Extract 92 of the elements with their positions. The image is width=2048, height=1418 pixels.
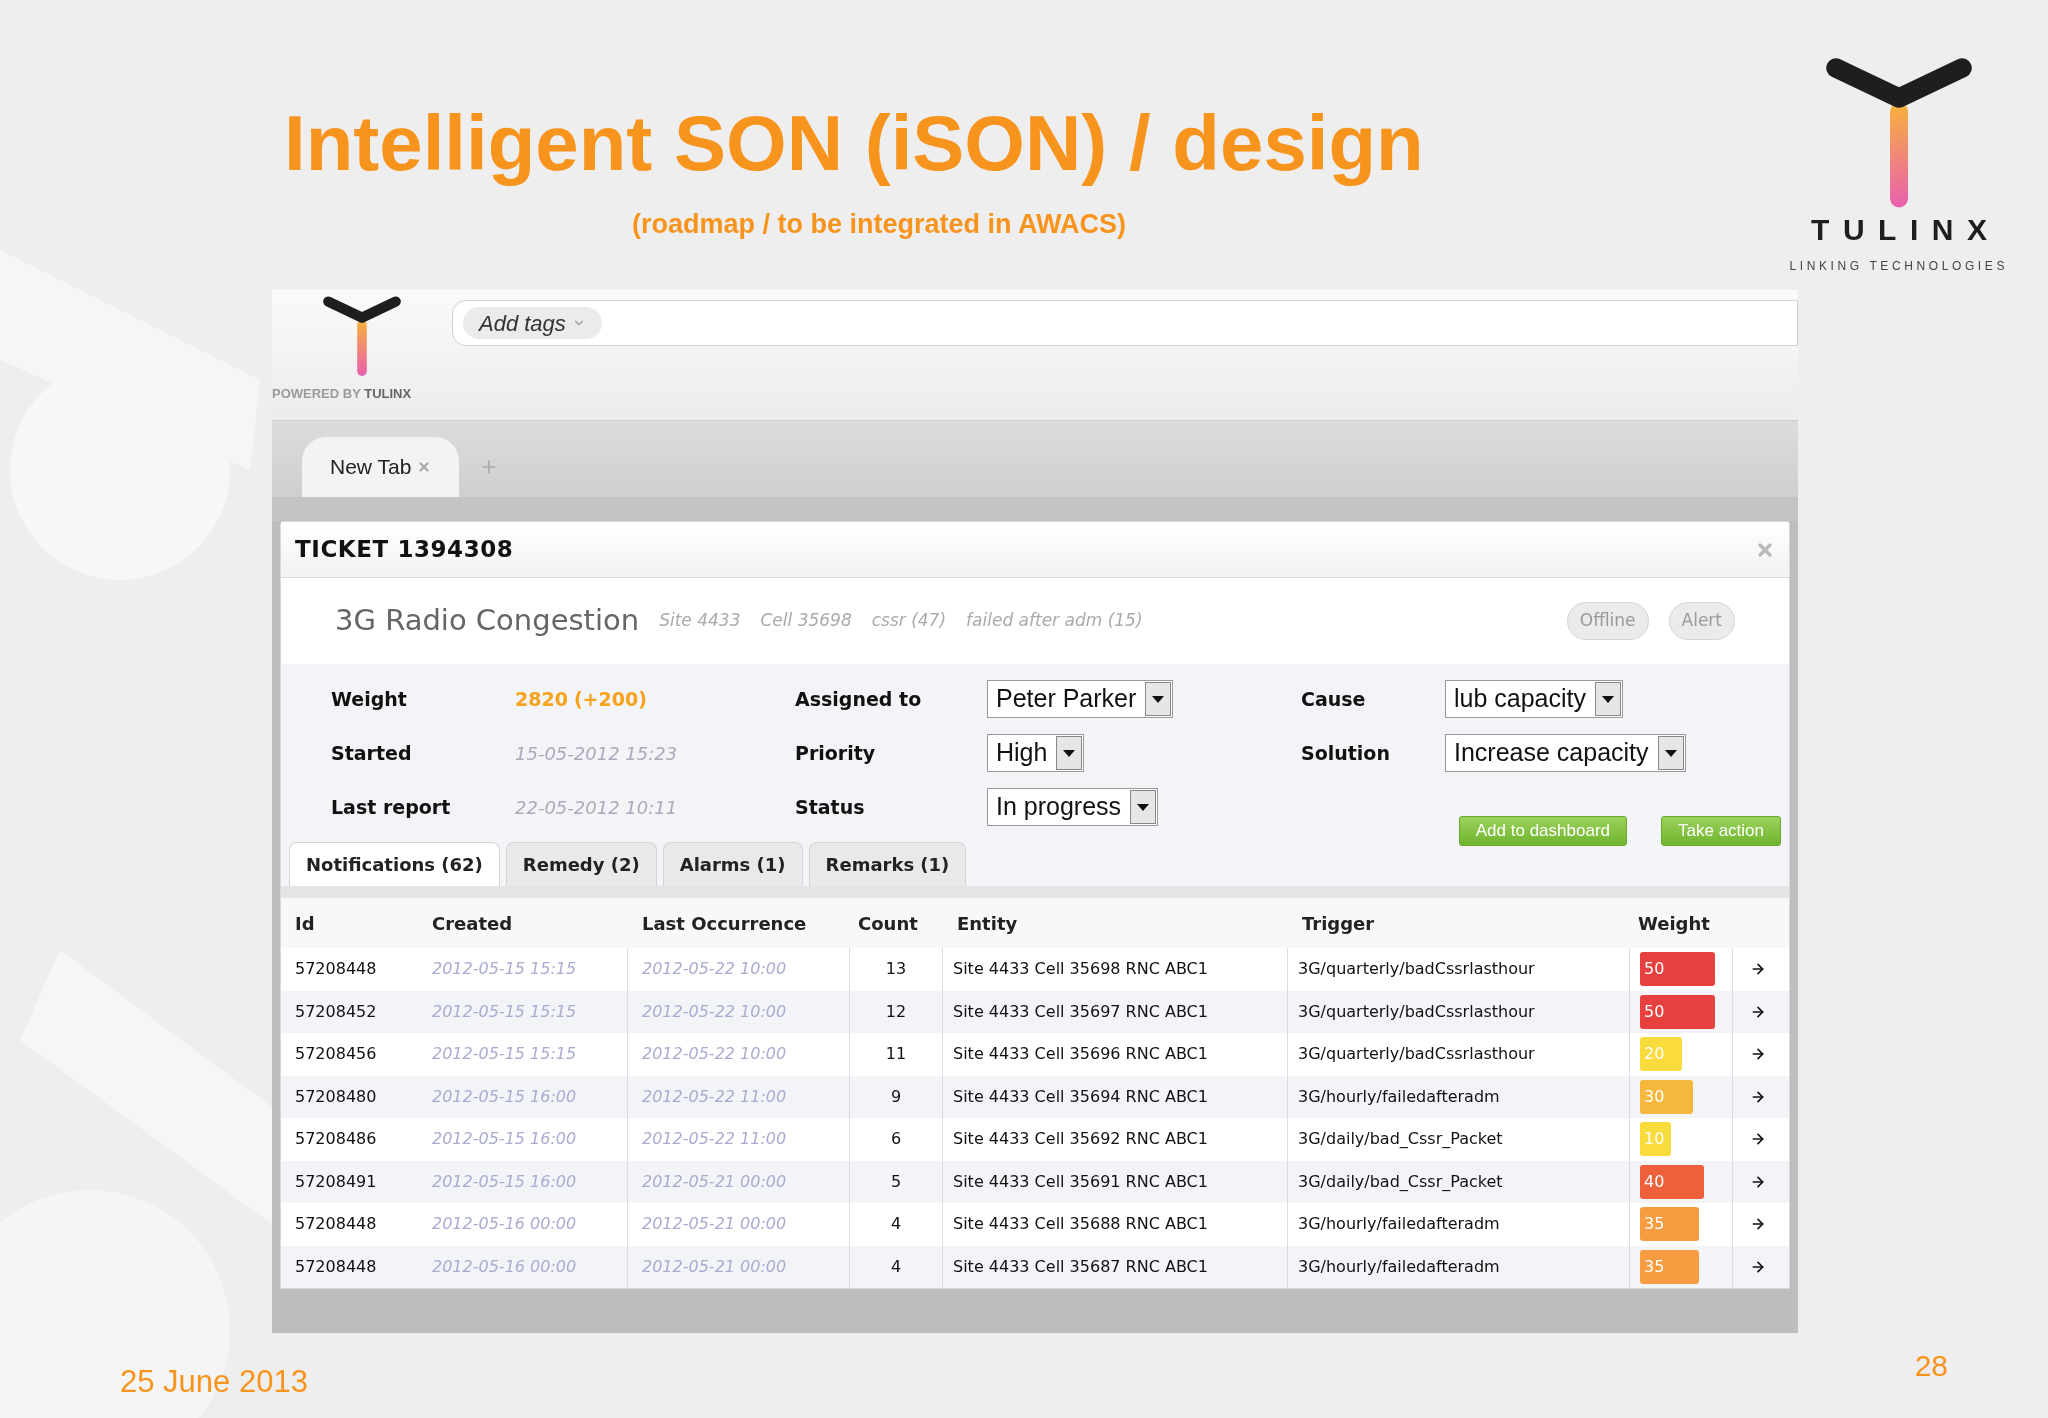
table-cell: 2012-05-16 00:00 — [418, 1203, 628, 1246]
ticket-tab[interactable]: Notifications (62) — [289, 842, 500, 886]
weight-bar: 40 — [1640, 1164, 1704, 1199]
table-cell: Site 4433 Cell 35687 RNC ABC1 — [943, 1245, 1288, 1288]
dropdown-select[interactable]: Increase capacity — [1445, 734, 1686, 772]
dropdown-caret-icon — [1137, 803, 1150, 811]
table-cell: 2012-05-21 00:00 — [628, 1245, 850, 1288]
page-number: 28 — [1914, 1348, 1948, 1384]
column-header: Entity — [956, 911, 1019, 936]
weight-bar: 10 — [1640, 1122, 1671, 1157]
weight-delta: (+200) — [573, 686, 647, 712]
table-cell: 2012-05-21 00:00 — [628, 1203, 850, 1246]
field-label: Solution — [1301, 740, 1391, 766]
table-cell: 3G/daily/bad_Cssr_Packet — [1288, 1118, 1630, 1161]
date-value: 15-05-2012 15:23 — [515, 741, 678, 766]
ticket-meta: cssr (47) — [871, 609, 947, 633]
table-cell-text: 57208480 — [294, 1085, 378, 1108]
powered-by: POWERED BY TULINX — [272, 385, 412, 403]
table-cell: 2012-05-16 00:00 — [418, 1245, 628, 1288]
dropdown-caret-icon — [1664, 749, 1677, 757]
dropdown-select[interactable]: Peter Parker — [987, 680, 1174, 718]
ticket-tab[interactable]: Alarms (1) — [662, 842, 803, 886]
field-label: Last report — [331, 794, 452, 820]
brand-tagline: LINKING TECHNOLOGIES — [1789, 258, 2008, 275]
field-label: Priority — [795, 740, 877, 766]
dropdown-select[interactable]: In progress — [987, 788, 1159, 826]
field-label: Weight — [331, 686, 408, 712]
column-header: Last Occurrence — [641, 911, 808, 936]
table-cell: 2012-05-15 15:15 — [418, 1033, 628, 1076]
brand-name: TULINX — [1811, 215, 2001, 245]
table-cell-text: 57208452 — [294, 1000, 378, 1023]
weight-bar: 50 — [1640, 952, 1715, 987]
column-header: Trigger — [1301, 911, 1376, 936]
browser-tab[interactable]: New Tab — [302, 437, 460, 497]
weight-bar: 50 — [1640, 994, 1715, 1029]
table-cell: 4 — [850, 1203, 943, 1246]
table-cell-text: 57208448 — [294, 1255, 378, 1278]
column-header: Id — [294, 911, 316, 936]
table-cell: 2012-05-22 10:00 — [628, 948, 850, 991]
ticket-tab[interactable]: Remarks (1) — [808, 842, 967, 886]
ticket-meta: failed after adm (15) — [966, 609, 1143, 633]
ticket-meta: Cell 35698 — [760, 609, 852, 633]
table-cell-text: 57208456 — [294, 1043, 378, 1066]
table-cell-text: 57208491 — [294, 1170, 378, 1193]
table-cell: 4 — [850, 1245, 943, 1288]
tab-label: New Tab — [330, 454, 412, 481]
column-header: Created — [431, 911, 514, 936]
add-tags-button[interactable]: Add tags — [463, 307, 602, 339]
table-cell-text: 57208486 — [294, 1128, 378, 1151]
dropdown-select[interactable]: lub capacity — [1445, 680, 1624, 718]
table-cell: 3G/quarterly/badCssrlasthour — [1288, 948, 1630, 991]
table-cell: 3G/quarterly/badCssrlasthour — [1288, 1033, 1630, 1076]
table-cell-text: 57208448 — [294, 958, 378, 981]
column-header: Count — [857, 911, 919, 936]
table-cell: 3G/hourly/failedafteradm — [1288, 1203, 1630, 1246]
status-badge: Offline — [1566, 602, 1649, 640]
weight-bar: 35 — [1640, 1249, 1699, 1284]
table-cell: Site 4433 Cell 35688 RNC ABC1 — [943, 1203, 1288, 1246]
weight-bar: 20 — [1640, 1037, 1682, 1072]
ticket-meta: Site 4433 — [659, 609, 741, 633]
table-cell: 3G/hourly/failedafteradm — [1288, 1245, 1630, 1288]
field-label: Cause — [1301, 686, 1367, 712]
weight-value: 2820 — [515, 686, 568, 712]
tag-field[interactable]: Add tags — [452, 300, 1798, 346]
field-label: Started — [331, 740, 413, 766]
ticket-title: TICKET 1394308 — [295, 535, 514, 565]
dropdown-caret-icon — [1602, 695, 1615, 703]
table-cell: 2012-05-15 15:15 — [418, 948, 628, 991]
table-cell: 13 — [850, 948, 943, 991]
field-label: Assigned to — [795, 686, 923, 712]
weight-bar: 30 — [1640, 1079, 1693, 1114]
dropdown-select[interactable]: High — [987, 734, 1085, 772]
table-cell: 2012-05-22 11:00 — [628, 1118, 850, 1161]
ticket-tab[interactable]: Remedy (2) — [505, 842, 657, 886]
table-cell: 11 — [850, 1033, 943, 1076]
table-cell: 2012-05-22 10:00 — [628, 1033, 850, 1076]
table-cell: Site 4433 Cell 35692 RNC ABC1 — [943, 1118, 1288, 1161]
slide-subtitle: (roadmap / to be integrated in AWACS) — [632, 208, 1128, 241]
weight-bar: 35 — [1640, 1207, 1699, 1242]
status-badge: Alert — [1668, 602, 1735, 640]
table-cell: Site 4433 Cell 35698 RNC ABC1 — [943, 948, 1288, 991]
table-cell: 6 — [850, 1118, 943, 1161]
slide-date: 25 June 2013 — [120, 1363, 308, 1401]
date-value: 22-05-2012 10:11 — [515, 795, 678, 820]
dropdown-caret-icon — [1063, 749, 1076, 757]
field-label: Status — [795, 794, 866, 820]
dropdown-caret-icon — [1152, 695, 1165, 703]
table-cell-text: 57208448 — [294, 1213, 378, 1236]
table-cell: Site 4433 Cell 35696 RNC ABC1 — [943, 1033, 1288, 1076]
ticket-subject: 3G Radio Congestion — [335, 602, 640, 640]
column-header: Weight — [1637, 911, 1711, 936]
table-cell: 2012-05-15 16:00 — [418, 1118, 628, 1161]
